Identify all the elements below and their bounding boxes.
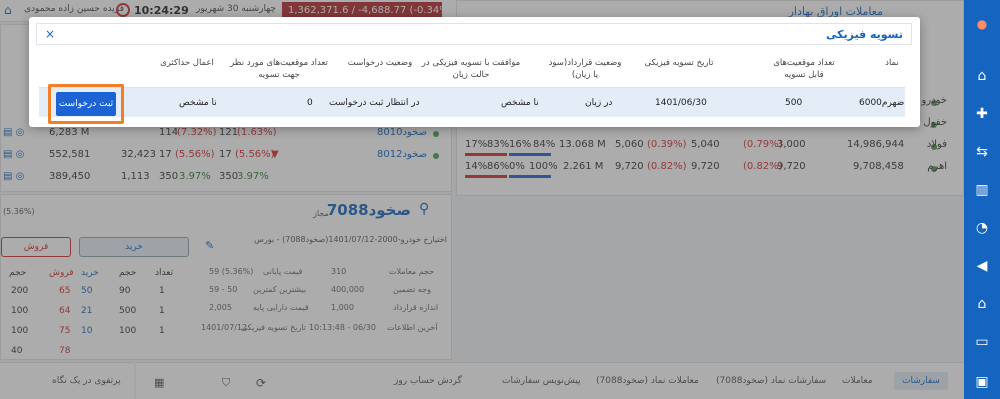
window-icon[interactable]: ▣ — [972, 372, 992, 392]
right-sidebar: ● ⌂ ✚ ⇆ ▥ ◔ ◀ ⌂ ▭ ▣ — [964, 0, 1000, 399]
col-date: تاریخ تسویه فیزیکی — [644, 58, 714, 68]
cell-request-count[interactable]: 0 — [307, 98, 313, 108]
submit-highlight: ثبت درخواست — [48, 84, 124, 124]
home-icon[interactable]: ⌂ — [972, 66, 992, 86]
col-symbol: نماد — [885, 58, 899, 68]
col-request-status: وضعیت درخواست — [347, 58, 413, 68]
announce-icon[interactable]: ◀ — [972, 256, 992, 276]
table-row[interactable]: ضهرم6000 500 1401/06/30 در زیان نا مشخص … — [39, 87, 905, 117]
submit-request-button[interactable]: ثبت درخواست — [56, 92, 116, 116]
cell-request-status: در انتظار ثبت درخواست — [329, 98, 420, 108]
cell-max-exercise[interactable]: نا مشخص — [179, 98, 217, 108]
col-contract-status: وضعیت قرارداد(سود یا زیان) — [548, 58, 622, 80]
add-icon[interactable]: ✚ — [972, 104, 992, 124]
cell-contract-status: در زیان — [585, 98, 613, 108]
cell-date: 1401/06/30 — [655, 98, 707, 108]
close-icon[interactable]: × — [45, 27, 55, 41]
dialog-header: تسویه فیزیکی × — [36, 23, 912, 45]
col-agree-loss: موافقت با تسویه فیزیکی در حالت زیان — [421, 58, 521, 80]
cell-count: 500 — [785, 98, 803, 108]
money-icon[interactable]: ▭ — [972, 332, 992, 352]
logo-icon: ● — [976, 17, 988, 31]
col-request-count: تعداد موقعیت‌های مورد نظر جهت تسویه — [230, 58, 328, 80]
cell-symbol: ضهرم6000 — [859, 98, 905, 108]
physical-settlement-dialog: تسویه فیزیکی × نماد تعداد موقعیت‌های قاب… — [29, 17, 920, 127]
transfer-icon[interactable]: ⇆ — [972, 142, 992, 162]
bank-icon[interactable]: ⌂ — [972, 294, 992, 314]
dialog-title: تسویه فیزیکی — [825, 28, 903, 41]
col-max-exercise: اعمال حداکثری — [160, 58, 214, 68]
col-count: تعداد موقعیت‌های قابل تسویه — [773, 58, 835, 80]
pie-chart-icon[interactable]: ◔ — [972, 218, 992, 238]
report-icon[interactable]: ▥ — [972, 180, 992, 200]
cell-agree-loss[interactable]: نا مشخص — [501, 98, 539, 108]
